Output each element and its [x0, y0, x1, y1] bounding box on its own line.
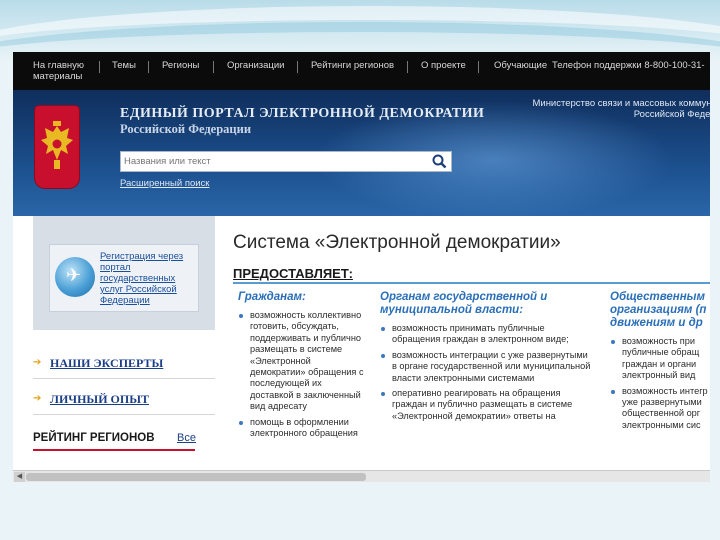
nav-item-organizations[interactable]: Организации: [227, 60, 284, 71]
gosuslugi-logo-icon: [55, 257, 95, 297]
gosuslugi-banner[interactable]: Регистрация через портал государственных…: [49, 244, 199, 312]
browser-screenshot: На главную материалы Темы Регионы Органи…: [13, 52, 710, 482]
sidebar-item-label[interactable]: ЛИЧНЫЙ ОПЫТ: [50, 392, 149, 407]
list-item: возможность интегр уже развернутыми обще…: [610, 386, 710, 432]
nav-item-home-line2: материалы: [33, 71, 83, 82]
list-item: помощь в оформлении электронного обращен…: [238, 417, 366, 440]
search-box: [120, 151, 452, 172]
nav-item-about[interactable]: О проекте: [421, 60, 466, 71]
nav-item-learning[interactable]: Обучающие материалы: [494, 60, 548, 71]
ministry-line: Министерство связи и массовых коммуник: [532, 98, 710, 109]
sidebar-item-experts[interactable]: ➔ НАШИ ЭКСПЕРТЫ: [33, 348, 215, 379]
provides-heading: ПРЕДОСТАВЛЯЕТ:: [233, 266, 353, 281]
sidebar-item-label[interactable]: НАШИ ЭКСПЕРТЫ: [50, 356, 163, 371]
nav-separator: [148, 61, 149, 73]
portal-header: ЕДИНЫЙ ПОРТАЛ ЭЛЕКТРОННОЙ ДЕМОКРАТИИ Рос…: [13, 90, 710, 216]
column-organizations: Общественным организациям (п движениям и…: [610, 291, 710, 435]
portal-subtitle: Российской Федерации: [120, 122, 252, 136]
ministry-label: Министерство связи и массовых коммуник Р…: [521, 98, 710, 120]
search-input[interactable]: [124, 153, 424, 169]
nav-item-regions[interactable]: Регионы: [162, 60, 199, 71]
slide-background-wave: [0, 0, 720, 60]
nav-item-home[interactable]: На главную: [33, 60, 84, 71]
gosuslugi-promo: Регистрация через портал государственных…: [33, 216, 215, 330]
list-item: возможность при публичные обращ граждан …: [610, 336, 710, 382]
gosuslugi-link[interactable]: Регистрация через портал государственных…: [100, 251, 195, 306]
list-item: оперативно реагировать на обращения граж…: [380, 388, 592, 422]
top-navigation: На главную материалы Темы Регионы Органи…: [13, 52, 710, 90]
list-item: возможность коллективно готовить, обсужд…: [238, 310, 366, 413]
left-sidebar: Регистрация через портал государственных…: [33, 216, 215, 482]
nav-separator: [99, 61, 100, 73]
column-heading: Гражданам:: [238, 291, 306, 303]
horizontal-scrollbar[interactable]: ◀: [13, 470, 710, 482]
advanced-search-link[interactable]: Расширенный поиск: [120, 178, 209, 189]
scrollbar-thumb[interactable]: [26, 473, 366, 481]
nav-separator: [478, 61, 479, 73]
sidebar-item-experience[interactable]: ➔ ЛИЧНЫЙ ОПЫТ: [33, 384, 215, 415]
rating-divider: [33, 449, 195, 451]
nav-item-topics[interactable]: Темы: [112, 60, 136, 71]
arrow-right-icon: ➔: [33, 357, 42, 368]
portal-title: ЕДИНЫЙ ПОРТАЛ ЭЛЕКТРОННОЙ ДЕМОКРАТИИ: [120, 106, 485, 121]
nav-item-ratings[interactable]: Рейтинги регионов: [311, 60, 394, 71]
arrow-right-icon: ➔: [33, 393, 42, 404]
list-item: возможность принимать публичные обращени…: [380, 323, 592, 346]
scroll-left-icon[interactable]: ◀: [14, 472, 25, 482]
support-phone: Телефон поддержки 8-800-100-31-: [552, 60, 705, 71]
rating-heading: РЕЙТИНГ РЕГИОНОВ: [33, 432, 155, 444]
list-item: возможность интеграции с уже развернутым…: [380, 350, 592, 384]
search-icon[interactable]: [432, 154, 447, 169]
nav-separator: [407, 61, 408, 73]
column-authorities: Органам государственной и муниципальной …: [380, 291, 592, 426]
ministry-line: Российской Федера: [633, 109, 710, 120]
provides-divider: [233, 282, 710, 284]
nav-separator: [297, 61, 298, 73]
column-heading: Органам государственной и муниципальной …: [380, 291, 548, 316]
main-content: Система «Электронной демократии» ПРЕДОСТ…: [220, 216, 710, 482]
rating-all-link[interactable]: Все: [177, 432, 196, 444]
coat-of-arms-icon: [35, 106, 79, 188]
column-heading: Общественным организациям (п движениям и…: [610, 291, 707, 329]
column-citizens: Гражданам: возможность коллективно готов…: [238, 291, 366, 443]
nav-separator: [213, 61, 214, 73]
page-title: Система «Электронной демократии»: [233, 232, 561, 253]
